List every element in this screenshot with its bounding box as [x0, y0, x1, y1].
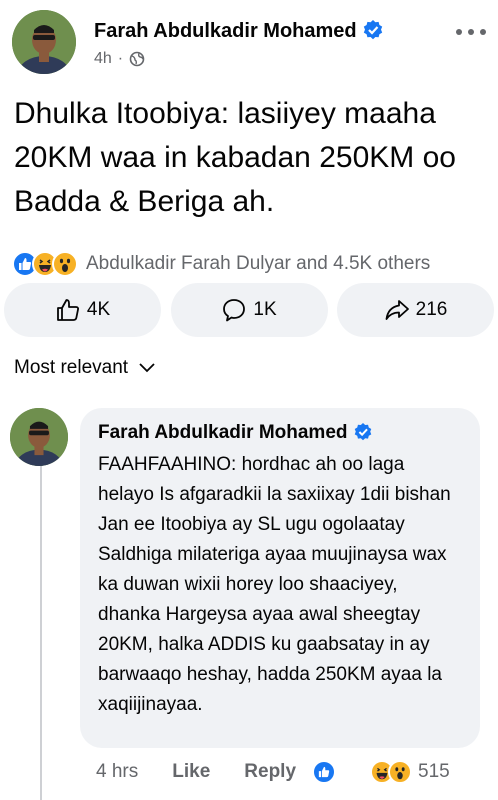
avatar-photo — [12, 10, 76, 74]
more-dot — [480, 29, 486, 35]
comment-reply-button[interactable]: Reply — [244, 761, 296, 783]
globe-icon — [129, 51, 145, 67]
comment-author-name[interactable]: Farah Abdulkadir Mohamed — [98, 422, 462, 444]
comment-like-button[interactable]: Like — [172, 761, 210, 783]
more-dot — [456, 29, 462, 35]
comment-reaction-count[interactable]: 515 — [418, 761, 450, 783]
comment-bubble: Farah Abdulkadir Mohamed FAAHFAAHINO: ho… — [80, 408, 480, 748]
post-time[interactable]: 4h — [94, 50, 112, 68]
wow-reaction-icon — [388, 760, 413, 784]
comment-button[interactable]: 1K — [170, 283, 328, 337]
share-icon — [385, 300, 409, 320]
like-reaction-icon — [312, 760, 337, 784]
reactions-text[interactable]: Abdulkadir Farah Dulyar and 4.5K others — [86, 253, 430, 275]
share-count: 216 — [415, 299, 448, 320]
comment-author-label[interactable]: Farah Abdulkadir Mohamed — [98, 422, 348, 443]
like-count: 4K — [86, 299, 111, 320]
share-button[interactable]: 216 — [337, 283, 494, 337]
chevron-down-icon — [139, 363, 155, 373]
more-dot — [468, 29, 474, 35]
wow-reaction-icon — [52, 251, 78, 277]
reaction-icons — [12, 251, 78, 277]
comment-count: 1K — [253, 299, 277, 320]
author-avatar[interactable] — [12, 10, 76, 74]
post-author-label[interactable]: Farah Abdulkadir Mohamed — [94, 20, 357, 42]
post-header: Farah Abdulkadir Mohamed 4h · — [12, 10, 486, 74]
sort-label: Most relevant — [14, 357, 129, 378]
reactions-summary[interactable]: Abdulkadir Farah Dulyar and 4.5K others — [12, 250, 486, 278]
comment-reaction-icons[interactable] — [312, 760, 413, 784]
thumbs-up-icon — [56, 299, 79, 321]
comment-time[interactable]: 4 hrs — [96, 761, 138, 783]
avatar-photo — [10, 408, 68, 466]
verified-badge-icon — [363, 20, 382, 40]
meta-separator: · — [117, 50, 124, 67]
commenter-avatar[interactable] — [10, 408, 68, 466]
comment-text: FAAHFAAHINO: hordhac ah oo laga helayo I… — [98, 454, 451, 715]
more-options-icon[interactable] — [456, 22, 486, 42]
post-actions: 4K 1K 216 — [4, 283, 494, 337]
post-author-name[interactable]: Farah Abdulkadir Mohamed — [94, 20, 383, 43]
verified-badge-icon — [354, 423, 371, 441]
thread-line — [40, 466, 42, 800]
post-meta: 4h · — [94, 50, 145, 68]
comment-sort-selector[interactable]: Most relevant — [14, 357, 156, 379]
comment-icon — [223, 299, 246, 322]
post-text: Dhulka Itoobiya: lasiiyey maaha 20KM waa… — [14, 97, 456, 218]
like-button[interactable]: 4K — [4, 283, 161, 337]
comment-footer: 4 hrs Like Reply 515 — [96, 757, 450, 787]
